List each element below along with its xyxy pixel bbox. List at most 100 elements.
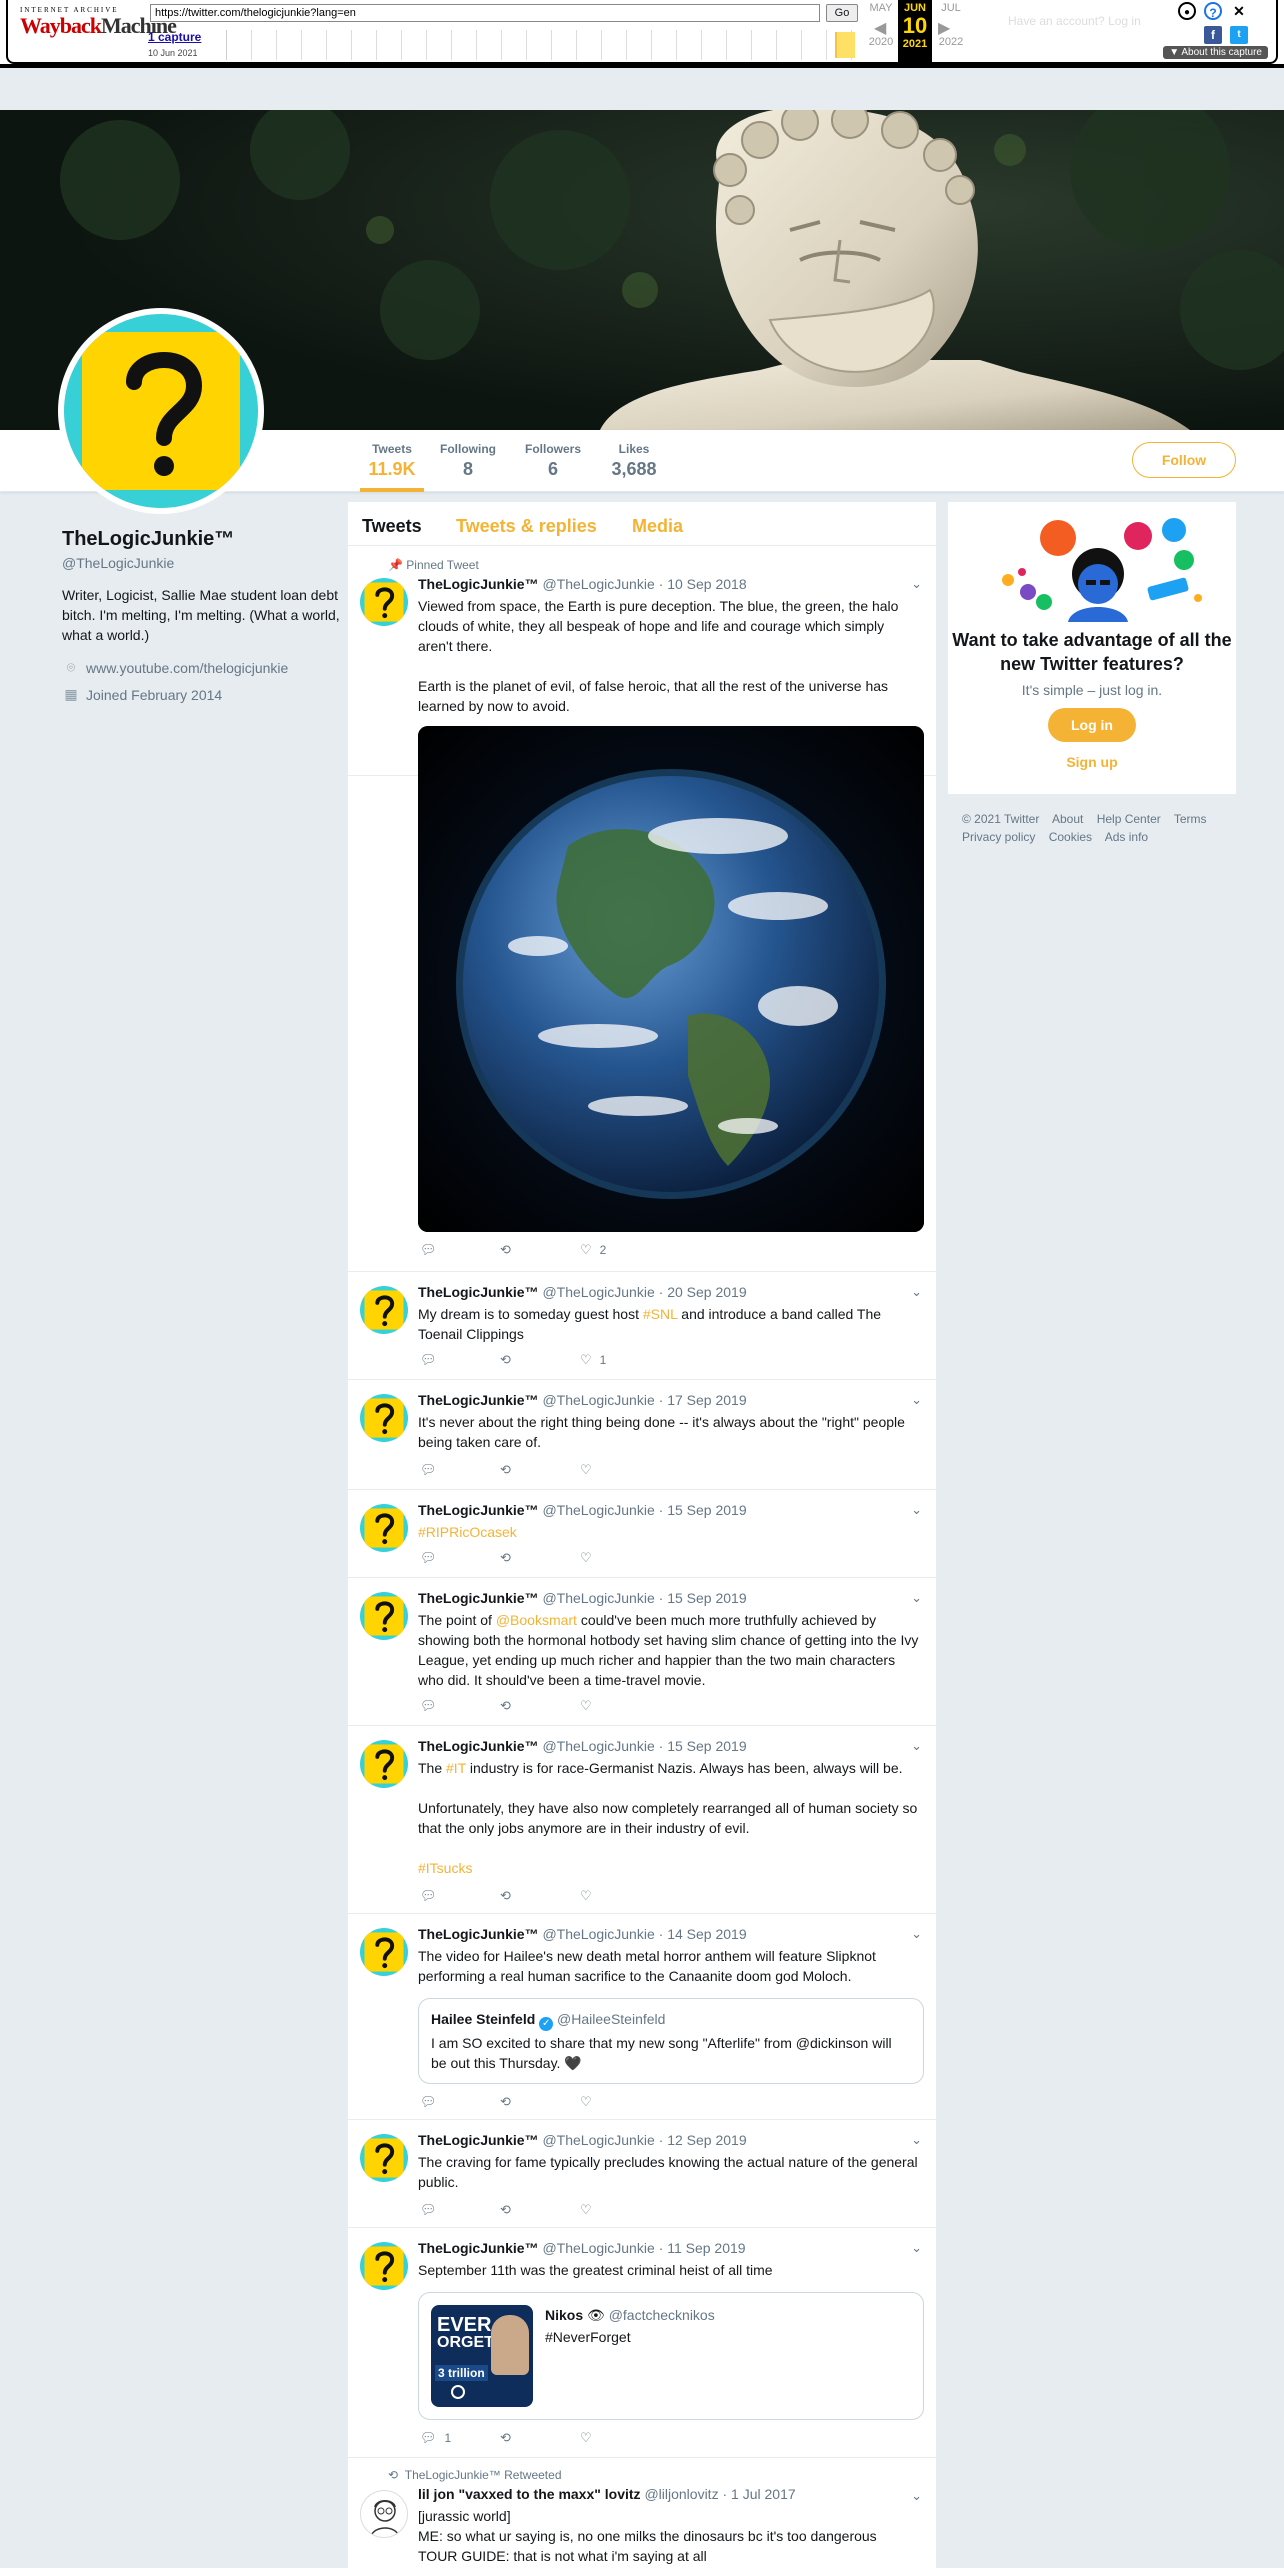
chevron-down-icon[interactable]: ⌄	[911, 1392, 922, 1408]
chevron-down-icon[interactable]: ⌄	[911, 1284, 922, 1300]
tweet-avatar[interactable]	[360, 2242, 408, 2290]
reply-icon[interactable]: 💬︎	[420, 1462, 437, 1478]
chevron-down-icon[interactable]: ⌄	[911, 1926, 922, 1942]
tweet-date[interactable]: 1 Jul 2017	[731, 2486, 796, 2502]
tweet-avatar[interactable]	[360, 2134, 408, 2182]
retweet-icon[interactable]: ⟲	[500, 1242, 511, 1258]
tweet-author-handle[interactable]: @TheLogicJunkie	[542, 2240, 654, 2256]
retweet-icon[interactable]: ⟲	[500, 1888, 511, 1904]
chevron-down-icon[interactable]: ⌄	[911, 2132, 922, 2148]
wayback-url-input[interactable]	[150, 4, 820, 22]
tweet-author-handle[interactable]: @TheLogicJunkie	[542, 576, 654, 592]
tweet-date[interactable]: 11 Sep 2019	[667, 2240, 745, 2256]
tweet-author-name[interactable]: TheLogicJunkie™	[418, 1738, 539, 1754]
retweet-icon[interactable]: ⟲	[500, 1352, 511, 1368]
tweet-author-handle[interactable]: @liljonlovitz	[644, 2486, 718, 2502]
tweet-author-name[interactable]: TheLogicJunkie™	[418, 1284, 539, 1300]
like-icon[interactable]: ♡	[580, 2094, 592, 2110]
footer-link-ads[interactable]: Ads info	[1105, 830, 1148, 844]
tweet-author-handle[interactable]: @TheLogicJunkie	[542, 1284, 654, 1300]
tweet-author-name[interactable]: TheLogicJunkie™	[418, 1590, 539, 1606]
profile-handle[interactable]: @TheLogicJunkie	[62, 555, 342, 571]
tweet-date[interactable]: 15 Sep 2019	[667, 1738, 746, 1754]
tweet-avatar[interactable]	[360, 1928, 408, 1976]
chevron-down-icon[interactable]: ⌄	[911, 2488, 922, 2504]
chevron-down-icon[interactable]: ⌄	[911, 2240, 922, 2256]
tweet-author-handle[interactable]: @TheLogicJunkie	[542, 1590, 654, 1606]
retweet-text[interactable]: TheLogicJunkie™ Retweeted	[405, 2468, 562, 2482]
tweet-author-name[interactable]: TheLogicJunkie™	[418, 576, 539, 592]
tweet-author-name[interactable]: TheLogicJunkie™	[418, 1502, 539, 1518]
like-icon[interactable]: ♡	[580, 1698, 592, 1714]
tweet-avatar[interactable]	[360, 2490, 408, 2538]
wayback-go-button[interactable]: Go	[826, 4, 858, 22]
like-icon[interactable]: ♡	[580, 2430, 592, 2446]
reply-icon[interactable]: 💬︎	[420, 1242, 437, 1258]
tweet[interactable]: TheLogicJunkie™ @TheLogicJunkie · 14 Sep…	[348, 1914, 936, 2120]
facebook-icon[interactable]: f	[1204, 26, 1222, 44]
profile-name[interactable]: TheLogicJunkie™	[62, 528, 342, 551]
footer-link-help[interactable]: Help Center	[1097, 812, 1161, 826]
tweet[interactable]: TheLogicJunkie™ @TheLogicJunkie · 11 Sep…	[348, 2228, 936, 2458]
login-button[interactable]: Log in	[1048, 708, 1136, 742]
retweet-icon[interactable]: ⟲	[500, 1698, 511, 1714]
retweet-icon[interactable]: ⟲	[500, 2094, 511, 2110]
tweet-date[interactable]: 15 Sep 2019	[667, 1590, 746, 1606]
tweet-author-name[interactable]: TheLogicJunkie™	[418, 2132, 539, 2148]
retweet-icon[interactable]: ⟲	[500, 1550, 511, 1566]
chevron-down-icon[interactable]: ⌄	[911, 1738, 922, 1754]
tweet-date[interactable]: 14 Sep 2019	[667, 1926, 746, 1942]
tweet-date[interactable]: 20 Sep 2019	[667, 1284, 746, 1300]
footer-link-privacy[interactable]: Privacy policy	[962, 830, 1035, 844]
wayback-sparkline[interactable]	[226, 30, 866, 60]
tweet-avatar[interactable]	[360, 1286, 408, 1334]
chevron-down-icon[interactable]: ⌄	[911, 1502, 922, 1518]
tweet[interactable]: TheLogicJunkie™ @TheLogicJunkie · 20 Sep…	[348, 1272, 936, 1380]
reply-icon[interactable]: 💬︎	[420, 1352, 437, 1368]
retweet-icon[interactable]: ⟲	[500, 2202, 511, 2218]
profile-website[interactable]: www.youtube.com/thelogicjunkie	[86, 660, 288, 676]
tweet[interactable]: TheLogicJunkie™ @TheLogicJunkie · 12 Sep…	[348, 2120, 936, 2228]
tweet-author-handle[interactable]: @TheLogicJunkie	[542, 1926, 654, 1942]
wayback-logo[interactable]: INTERNET ARCHIVE WaybackMachine	[20, 6, 177, 46]
hashtag-link[interactable]: #RIPRicOcasek	[418, 1524, 517, 1540]
like-icon[interactable]: ♡	[580, 2202, 592, 2218]
retweet-icon[interactable]: ⟲	[500, 1462, 511, 1478]
tweet-media-image[interactable]	[418, 726, 924, 1232]
quoted-tweet[interactable]: EVER ORGET 3 trillion Nikos 👁 @factcheck…	[418, 2292, 924, 2420]
tweet-author-handle[interactable]: @TheLogicJunkie	[542, 1392, 654, 1408]
tab-tweets[interactable]: Tweets	[362, 516, 422, 537]
signup-link[interactable]: Sign up	[948, 754, 1236, 770]
tweet-date[interactable]: 10 Sep 2018	[667, 576, 746, 592]
tweet-author-name[interactable]: TheLogicJunkie™	[418, 2240, 539, 2256]
tab-media[interactable]: Media	[632, 516, 683, 537]
nav-stat-likes[interactable]: Likes 3,688	[606, 430, 662, 492]
chevron-down-icon[interactable]: ⌄	[911, 576, 922, 592]
help-icon[interactable]: ?	[1204, 2, 1222, 20]
hashtag-link[interactable]: #ITsucks	[418, 1860, 472, 1876]
tweet[interactable]: TheLogicJunkie™ @TheLogicJunkie · 15 Sep…	[348, 1490, 936, 1578]
tweet-avatar[interactable]	[360, 1740, 408, 1788]
footer-link-terms[interactable]: Terms	[1174, 812, 1207, 826]
profile-avatar[interactable]	[58, 308, 264, 514]
like-icon[interactable]: ♡	[580, 1462, 592, 1478]
reply-icon[interactable]: 💬︎	[420, 2202, 437, 2218]
reply-icon[interactable]: 💬︎	[420, 1550, 437, 1566]
reply-icon[interactable]: 💬︎ 1	[420, 2430, 451, 2446]
like-icon[interactable]: ♡ 2	[580, 1242, 606, 1258]
hashtag-link[interactable]: #IT	[446, 1760, 466, 1776]
tweet[interactable]: ⟲ TheLogicJunkie™ Retweeted lil jon "vax…	[348, 2458, 936, 2568]
tweet[interactable]: TheLogicJunkie™ @TheLogicJunkie · 15 Sep…	[348, 1578, 936, 1726]
like-icon[interactable]: ♡	[580, 1550, 592, 1566]
close-icon[interactable]: ✕	[1230, 2, 1248, 20]
wayback-about-capture[interactable]: ▼ About this capture	[1163, 46, 1268, 59]
footer-link-cookies[interactable]: Cookies	[1049, 830, 1092, 844]
tweet-avatar[interactable]	[360, 1504, 408, 1552]
tweet[interactable]: TheLogicJunkie™ @TheLogicJunkie · 17 Sep…	[348, 1380, 936, 1490]
tweet[interactable]: TheLogicJunkie™ @TheLogicJunkie · 15 Sep…	[348, 1726, 936, 1914]
tweet-author-name[interactable]: TheLogicJunkie™	[418, 1392, 539, 1408]
tweet-avatar[interactable]	[360, 1394, 408, 1442]
tweet-date[interactable]: 17 Sep 2019	[667, 1392, 746, 1408]
like-icon[interactable]: ♡	[580, 1888, 592, 1904]
tweet-date[interactable]: 15 Sep 2019	[667, 1502, 746, 1518]
